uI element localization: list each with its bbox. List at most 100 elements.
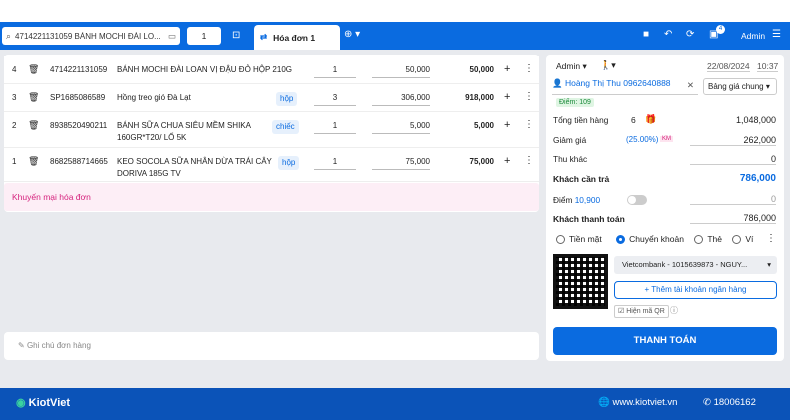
radio-icon <box>694 235 704 245</box>
more-icon[interactable]: ⋮ <box>524 118 534 132</box>
item-name: BÁNH MOCHI ĐÀI LOAN VỊ ĐẬU ĐỎ HỘP 210G <box>117 65 293 74</box>
seller-select[interactable]: Admin ▾ <box>556 61 587 72</box>
show-qr-checkbox[interactable]: ☑ Hiện mã QR <box>614 305 669 318</box>
total-value: 1,048,000 <box>735 115 776 125</box>
add-bank-label: Thêm tài khoản ngân hàng <box>651 285 747 294</box>
item-code: 8938520490211 <box>50 121 108 130</box>
total-count: 6 <box>631 115 636 125</box>
walk-icon[interactable]: 🚶▾ <box>600 60 616 71</box>
order-note-input[interactable]: ✎ Ghi chú đơn hàng <box>4 332 539 360</box>
add-bank-button[interactable]: + Thêm tài khoản ngân hàng <box>614 281 777 299</box>
method-wallet[interactable]: Ví <box>732 234 754 245</box>
row-index: 2 <box>12 121 17 130</box>
price-field[interactable]: 50,000 <box>372 63 430 78</box>
invoice-promotion-link[interactable]: Khuyến mại hóa đơn <box>4 183 539 211</box>
item-code: SP1685086589 <box>50 93 106 102</box>
point-toggle[interactable] <box>627 195 647 205</box>
menu-icon[interactable]: ☰ <box>772 29 781 40</box>
add-icon[interactable]: + <box>504 154 510 168</box>
bank-select[interactable]: Vietcombank - 1015639873 - NGUY... ▾ <box>614 256 777 274</box>
paid-label: Khách thanh toán <box>553 214 625 224</box>
user-name[interactable]: Admin <box>741 31 765 41</box>
payment-methods: Tiền mặt Chuyển khoản Thẻ Ví <box>556 234 754 245</box>
due-value: 786,000 <box>739 173 776 184</box>
item-code: 4714221131059 <box>50 65 108 74</box>
customer-name[interactable]: Hoàng Thị Thu 0962640888 <box>565 78 671 88</box>
gift-icon[interactable]: 🎁 <box>645 114 656 125</box>
row-index: 4 <box>12 65 17 74</box>
more-icon[interactable]: ⋮ <box>524 90 534 104</box>
line-total: 5,000 <box>473 121 494 130</box>
price-list-value: Bảng giá chung <box>708 82 764 91</box>
undo-icon[interactable]: ↶ <box>664 29 672 40</box>
more-icon[interactable]: ⋮ <box>524 62 534 76</box>
website-link[interactable]: 🌐 www.kiotviet.vn <box>598 397 677 408</box>
price-field[interactable]: 75,000 <box>372 155 430 170</box>
qty-field[interactable]: 1 <box>314 63 356 78</box>
invoice-time[interactable]: 10:37 <box>757 61 779 72</box>
remove-customer-icon[interactable]: ✕ <box>687 80 694 91</box>
product-search-input[interactable]: ⌕ 4714221131059 BÁNH MOCHI ĐÀI LO... ▭ <box>2 27 180 45</box>
item-name-line2: DORIVA 185G TV <box>117 169 181 178</box>
qty-field[interactable]: 1 <box>314 155 356 170</box>
show-qr-label: Hiện mã QR <box>626 308 665 315</box>
add-icon[interactable]: + <box>504 90 510 104</box>
quantity-input[interactable]: 1 <box>187 27 221 45</box>
customer-field[interactable]: 👤 Hoàng Thị Thu 0962640888 ✕ <box>552 78 698 95</box>
point-input[interactable]: 0 <box>690 194 776 205</box>
bag-icon[interactable]: ■ <box>643 29 649 40</box>
chevron-down-icon: ▾ <box>767 260 771 269</box>
bank-value: Vietcombank - 1015639873 - NGUY... <box>622 260 748 269</box>
scan-icon[interactable]: ⊡ <box>232 30 240 41</box>
price-field[interactable]: 5,000 <box>372 119 430 134</box>
add-icon[interactable]: + <box>504 118 510 132</box>
method-label: Tiền mặt <box>569 234 602 244</box>
pay-button[interactable]: THANH TOÁN <box>553 327 777 355</box>
method-cash[interactable]: Tiền mặt <box>556 234 602 245</box>
unit-badge[interactable]: hộp <box>278 156 300 170</box>
info-icon[interactable]: ⓘ <box>670 305 678 316</box>
brand-name: KiotViet <box>28 397 71 409</box>
globe-icon: 🌐 <box>598 397 610 408</box>
qr-code <box>553 254 608 309</box>
method-card[interactable]: Thẻ <box>694 234 722 245</box>
qty-field[interactable]: 1 <box>314 119 356 134</box>
method-transfer[interactable]: Chuyển khoản <box>616 234 684 245</box>
method-label: Ví <box>745 234 754 244</box>
add-tab-icon[interactable]: ⊕ ▾ <box>344 29 360 40</box>
delete-icon[interactable]: 🗑 <box>28 118 39 132</box>
logo-icon: ◉ <box>16 397 26 409</box>
item-code: 8682588714665 <box>50 157 108 166</box>
other-value[interactable]: 0 <box>690 154 776 165</box>
delete-icon[interactable]: 🗑 <box>28 154 39 168</box>
cart-row: 4 🗑 4714221131059 BÁNH MOCHI ĐÀI LOAN VỊ… <box>4 56 539 84</box>
tab-label: Hóa đơn 1 <box>273 32 316 43</box>
radio-icon <box>616 235 626 245</box>
invoice-date[interactable]: 22/08/2024 <box>707 61 750 72</box>
unit-badge[interactable]: hộp <box>276 92 298 106</box>
unit-badge[interactable]: chiếc <box>272 120 299 134</box>
more-methods-icon[interactable]: ⋮ <box>766 233 776 244</box>
delete-icon[interactable]: 🗑 <box>28 62 39 76</box>
points-badge: Điểm: 109 <box>556 98 594 107</box>
more-icon[interactable]: ⋮ <box>524 154 534 168</box>
delete-icon[interactable]: 🗑 <box>28 90 39 104</box>
refresh-icon[interactable]: ⟳ <box>686 29 694 40</box>
hotline-link[interactable]: ✆ 18006162 <box>703 397 756 408</box>
discount-value[interactable]: 262,000 <box>690 135 776 146</box>
clear-search-icon[interactable]: ▭ <box>168 31 176 42</box>
qty-field[interactable]: 3 <box>314 91 356 106</box>
hotline-text: 18006162 <box>713 397 756 408</box>
discount-label: Giảm giá <box>553 135 587 145</box>
customer-icon: 👤 <box>552 78 563 88</box>
pencil-icon: ✎ <box>18 341 27 350</box>
close-tab-icon[interactable]: ✕ <box>322 31 330 42</box>
add-icon[interactable]: + <box>504 62 510 76</box>
paid-value[interactable]: 786,000 <box>690 213 776 224</box>
point-label-text: Điểm <box>553 195 573 205</box>
note-placeholder: Ghi chú đơn hàng <box>26 341 91 350</box>
kiotviet-logo: ◉ KiotViet <box>16 396 70 409</box>
price-list-select[interactable]: Bảng giá chung ▾ <box>703 78 777 95</box>
price-field[interactable]: 306,000 <box>372 91 430 106</box>
swap-icon: ⇄ <box>260 32 268 42</box>
